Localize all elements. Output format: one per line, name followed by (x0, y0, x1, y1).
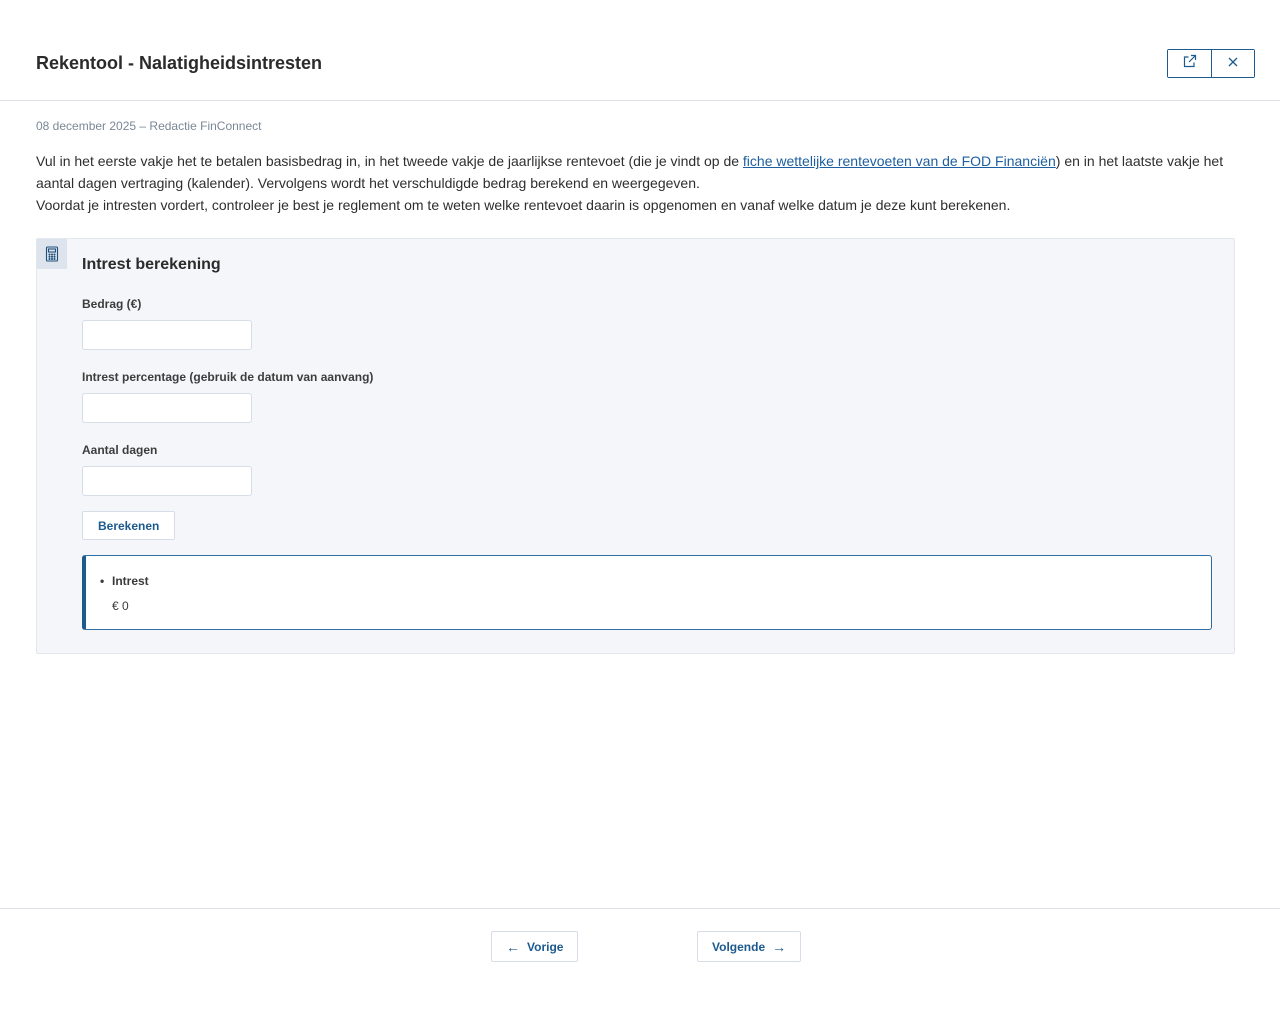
fod-financien-link[interactable]: fiche wettelijke rentevoeten van de FOD … (743, 153, 1056, 169)
calculate-button[interactable]: Berekenen (82, 511, 176, 540)
calculator-card: Intrest berekening Bedrag (€) Intrest pe… (36, 238, 1235, 654)
interest-percentage-label: Intrest percentage (gebruik de datum van… (82, 370, 374, 384)
intro-paragraph-1: Vul in het eerste vakje het te betalen b… (36, 150, 1226, 194)
calculator-title: Intrest berekening (82, 256, 221, 273)
interest-percentage-input[interactable] (82, 393, 252, 423)
result-bullet: • (100, 574, 105, 588)
days-input[interactable] (82, 466, 252, 496)
arrow-right-icon: → (772, 938, 787, 955)
arrow-left-icon: ← (506, 938, 520, 955)
intro-text-before-link: Vul in het eerste vakje het te betalen b… (36, 153, 743, 169)
next-button[interactable]: Volgende → (697, 931, 802, 962)
amount-input[interactable] (82, 320, 252, 350)
previous-label: Vorige (527, 939, 564, 954)
modal-header: Rekentool - Nalatigheidsintresten (0, 0, 1280, 101)
result-item: • Intrest (100, 573, 149, 589)
result-box: • Intrest € 0 (82, 555, 1212, 630)
close-button[interactable] (1211, 50, 1254, 77)
intro-paragraph-2: Voordat je intresten vordert, controleer… (36, 197, 1011, 213)
result-label: Intrest (112, 574, 149, 588)
header-actions (1167, 49, 1255, 78)
open-external-button[interactable] (1168, 50, 1211, 77)
footer-navigation: ← Vorige Volgende → (0, 908, 1280, 1024)
result-value: € 0 (112, 599, 129, 613)
amount-label: Bedrag (€) (82, 297, 142, 311)
external-link-icon (1182, 53, 1198, 74)
next-label: Volgende (712, 939, 766, 954)
intro-text: Vul in het eerste vakje het te betalen b… (36, 150, 1226, 216)
article-meta: 08 december 2025 – Redactie FinConnect (36, 119, 262, 133)
page-title: Rekentool - Nalatigheidsintresten (36, 53, 323, 73)
previous-button[interactable]: ← Vorige (491, 931, 579, 962)
calculator-icon (37, 239, 67, 269)
days-label: Aantal dagen (82, 443, 158, 457)
close-icon (1227, 55, 1239, 73)
